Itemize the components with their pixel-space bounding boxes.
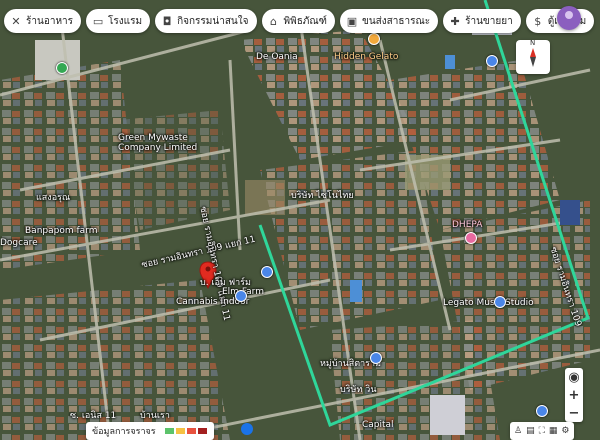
compass-north-label: N <box>530 39 536 47</box>
place-label-legato: Legato Music Studio <box>443 298 534 308</box>
grid-icon[interactable]: ▦ <box>549 426 558 436</box>
place-label-bottom-mid: บ้านเรา <box>140 411 170 421</box>
poi-blue-icon[interactable] <box>370 352 382 364</box>
camera-icon: ◘ <box>162 14 172 28</box>
chip-pharmacies[interactable]: ✚ ร้านขายยา <box>443 9 521 33</box>
chip-hotels[interactable]: ▭ โรงแรม <box>86 9 151 33</box>
traffic-toggle-button[interactable] <box>241 423 253 435</box>
atm-icon: $ <box>534 14 542 28</box>
traffic-fast-swatch <box>164 428 174 434</box>
account-avatar[interactable] <box>557 6 581 30</box>
place-label-deoania: De Oania <box>256 52 298 62</box>
traffic-heavy-swatch <box>197 428 207 434</box>
poi-green-icon[interactable] <box>56 62 68 74</box>
traffic-medium-swatch <box>175 428 185 434</box>
place-label-dogcare: Dogcare <box>0 238 38 248</box>
traffic-legend[interactable]: ข้อมูลการจราจร <box>86 422 214 440</box>
chip-things-to-do[interactable]: ◘ กิจกรรมน่าสนใจ <box>155 9 257 33</box>
pegman-icon[interactable]: ♙ <box>514 426 522 436</box>
map-footer-tools: ♙ ▤ ⛶ ▦ ⚙ <box>510 422 574 440</box>
bed-icon: ▭ <box>92 14 104 28</box>
place-label-banpapom: Banpapom farm <box>25 226 98 236</box>
poi-blue-icon[interactable] <box>494 296 506 308</box>
category-chips: ✕ ร้านอาหาร ▭ โรงแรม ◘ กิจกรรมน่าสนใจ ⌂ พิพิ… <box>4 9 595 35</box>
poi-blue-icon[interactable] <box>235 290 247 302</box>
bus-icon: ▣ <box>346 14 358 28</box>
place-label-sino: บริษัท ไซโนไทย <box>291 191 354 201</box>
compass-button[interactable]: N <box>516 39 550 74</box>
place-label-dhepa: DHEPA <box>452 220 483 230</box>
place-label-bottom-left: ซ. เอนิส 11 <box>70 411 117 421</box>
poi-blue-icon[interactable] <box>536 405 548 417</box>
poi-blue-icon[interactable] <box>261 266 273 278</box>
place-label-capital: Capital <box>362 420 394 430</box>
chip-museums[interactable]: ⌂ พิพิธภัณฑ์ <box>261 9 335 33</box>
zoom-out-button[interactable]: − <box>565 404 583 422</box>
settings-icon[interactable]: ⚙ <box>561 426 569 436</box>
traffic-slow-swatch <box>186 428 196 434</box>
poi-pink-icon[interactable] <box>465 232 477 244</box>
layers-icon[interactable]: ▤ <box>526 426 535 436</box>
place-label-bottom-right: บริษัท วิน <box>340 385 377 395</box>
place-label-sangaroon: แสงอรุณ <box>36 193 71 203</box>
zoom-controls: ◉ + − <box>565 368 583 422</box>
museum-icon: ⌂ <box>270 14 277 28</box>
place-label-green: Green Mywaste Company Limited <box>118 133 198 153</box>
fullscreen-icon[interactable]: ⛶ <box>539 426 545 436</box>
place-label-hidden: Hidden Gelato <box>334 52 399 62</box>
zoom-in-button[interactable]: + <box>565 386 583 404</box>
chip-restaurants[interactable]: ✕ ร้านอาหาร <box>4 9 82 33</box>
fork-knife-icon: ✕ <box>11 14 21 28</box>
poi-blue-icon[interactable] <box>486 55 498 67</box>
chip-transit[interactable]: ▣ ขนส่งสาธารณะ <box>339 9 439 33</box>
satellite-map[interactable] <box>0 0 600 440</box>
locate-me-button[interactable]: ◉ <box>565 368 583 386</box>
pharmacy-icon: ✚ <box>450 14 460 28</box>
